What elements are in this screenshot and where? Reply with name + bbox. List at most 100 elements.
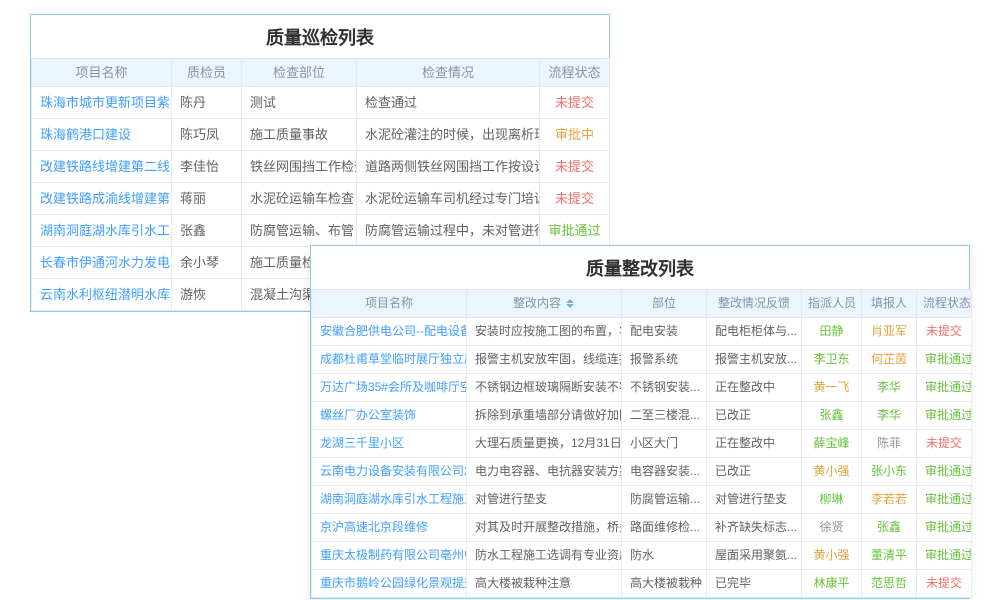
cell-project[interactable]: 万达广场35#会所及咖啡厅空... [312, 374, 467, 402]
cell-text: 水泥砼运输车司机经过专门培训... [365, 191, 540, 206]
cell-text: 报警主机安放牢固，线缆连接... [475, 352, 622, 366]
cell-text: 不锈钢边框玻璃隔断安装不牢... [475, 380, 622, 394]
cell-text: 肖亚军 [871, 324, 907, 338]
sort-desc-caret-icon[interactable] [566, 304, 574, 312]
cell-project[interactable]: 珠海市城市更新项目紫... [32, 87, 172, 119]
project-link[interactable]: 螺丝厂办公室装饰 [320, 408, 416, 422]
cell-project[interactable]: 珠海鹤港口建设 [32, 119, 172, 151]
status-text: 审批通过 [925, 520, 972, 534]
column-header-label: 填报人 [871, 296, 907, 310]
cell-project[interactable]: 重庆市鹅岭公园绿化景观提升... [312, 570, 467, 598]
table-row: 改建铁路成渝线增建第... 蒋丽 水泥砼运输车检查水泥砼运输车司机经过专门培训...… [32, 183, 610, 215]
cell-project[interactable]: 螺丝厂办公室装饰 [312, 402, 467, 430]
cell-content: 对其及时开展整改措施，桥头... [467, 514, 622, 542]
cell-project[interactable]: 重庆太极制药有限公司亳州中... [312, 542, 467, 570]
cell-content: 安装时应按施工图的布置，将... [467, 318, 622, 346]
status-text: 未提交 [555, 159, 594, 174]
project-link[interactable]: 成都杜甫草堂临时展厅独立展... [320, 352, 467, 366]
cell-project[interactable]: 云南水利枢纽潜明水库... [32, 279, 172, 311]
cell-assignee: 黄一飞 [802, 374, 862, 402]
cell-text: 防腐管运输过程中，未对管进行... [365, 223, 540, 238]
project-link[interactable]: 珠海鹤港口建设 [40, 127, 131, 142]
cell-project[interactable]: 湖南洞庭湖水库引水工... [32, 215, 172, 247]
status-text: 审批通过 [925, 380, 972, 394]
project-link[interactable]: 龙湖三千里小区 [320, 436, 404, 450]
cell-status: 未提交 [540, 151, 610, 183]
status-text: 审批中 [555, 127, 594, 142]
cell-project[interactable]: 云南电力设备安装有限公司20... [312, 458, 467, 486]
cell-text: 黄小强 [813, 464, 849, 478]
cell-text: 张小东 [871, 464, 907, 478]
cell-text: 对其及时开展整改措施，桥头... [475, 520, 622, 534]
project-link[interactable]: 云南电力设备安装有限公司20... [320, 464, 467, 478]
cell-project[interactable]: 成都杜甫草堂临时展厅独立展... [312, 346, 467, 374]
cell-location: 水泥砼运输车检查 [242, 183, 357, 215]
project-link[interactable]: 长春市伊通河水力发电... [40, 255, 172, 270]
cell-content: 对管进行垫支 [467, 486, 622, 514]
cell-text: 高大楼被栽种 [630, 576, 702, 590]
cell-reporter: 何芷茵 [862, 346, 917, 374]
cell-text: 蒋丽 [180, 191, 206, 206]
cell-project[interactable]: 安徽合肥供电公司--配电设备... [312, 318, 467, 346]
cell-project[interactable]: 湖南洞庭湖水库引水工程施工... [312, 486, 467, 514]
cell-text: 不锈钢安装... [630, 380, 700, 394]
project-link[interactable]: 重庆市鹅岭公园绿化景观提升... [320, 576, 467, 590]
cell-text: 薛宝峰 [813, 436, 849, 450]
cell-part: 配电安装 [622, 318, 707, 346]
cell-location: 防腐管运输、布管 [242, 215, 357, 247]
cell-assignee: 林康平 [802, 570, 862, 598]
cell-text: 防腐管运输... [630, 492, 700, 506]
cell-feedback: 对管进行垫支 [707, 486, 802, 514]
cell-reporter: 张小东 [862, 458, 917, 486]
cell-project[interactable]: 京沪高速北京段维修 [312, 514, 467, 542]
cell-reporter: 李华 [862, 402, 917, 430]
cell-project[interactable]: 龙湖三千里小区 [312, 430, 467, 458]
project-link[interactable]: 云南水利枢纽潜明水库... [40, 287, 172, 302]
cell-project[interactable]: 改建铁路线增建第二线... [32, 151, 172, 183]
cell-detail: 水泥砼灌注的时候，出现离析现象 [357, 119, 540, 151]
header-row: 项目名称整改内容部位整改情况反馈指派人员填报人流程状态 [312, 290, 972, 318]
cell-text: 拆除到承重墙部分请做好加固... [475, 408, 622, 422]
project-link[interactable]: 万达广场35#会所及咖啡厅空... [320, 380, 467, 394]
cell-text: 施工质量事故 [250, 127, 328, 142]
cell-content: 拆除到承重墙部分请做好加固... [467, 402, 622, 430]
cell-text: 小区大门 [630, 436, 678, 450]
column-header-content[interactable]: 整改内容 [467, 290, 622, 318]
cell-inspector: 余小琴 [172, 247, 242, 279]
project-link[interactable]: 改建铁路成渝线增建第... [40, 191, 172, 206]
status-text: 未提交 [926, 576, 962, 590]
cell-status: 未提交 [540, 183, 610, 215]
status-text: 审批通过 [925, 352, 972, 366]
cell-text: 张鑫 [180, 223, 206, 238]
cell-text: 测试 [250, 95, 276, 110]
table-row: 湖南洞庭湖水库引水工... 张鑫 防腐管运输、布管防腐管运输过程中，未对管进行...… [32, 215, 610, 247]
column-header-status: 流程状态 [540, 59, 610, 87]
cell-text: 李卫东 [813, 352, 849, 366]
cell-status: 审批通过 [540, 215, 610, 247]
cell-text: 对管进行垫支 [475, 492, 547, 506]
column-header-project: 项目名称 [32, 59, 172, 87]
table-row: 京沪高速北京段维修对其及时开展整改措施，桥头...路面维修检...补齐缺失标志.… [312, 514, 972, 542]
table-row: 湖南洞庭湖水库引水工程施工...对管进行垫支防腐管运输...对管进行垫支柳琳李若… [312, 486, 972, 514]
table-row: 成都杜甫草堂临时展厅独立展... 报警主机安放牢固，线缆连接...报警系统报警主机… [312, 346, 972, 374]
project-link[interactable]: 京沪高速北京段维修 [320, 520, 428, 534]
project-link[interactable]: 安徽合肥供电公司--配电设备... [320, 324, 467, 338]
project-link[interactable]: 湖南洞庭湖水库引水工程施工... [320, 492, 467, 506]
project-link[interactable]: 珠海市城市更新项目紫... [40, 95, 172, 110]
cell-project[interactable]: 改建铁路成渝线增建第... [32, 183, 172, 215]
cell-project[interactable]: 长春市伊通河水力发电... [32, 247, 172, 279]
cell-status: 未提交 [917, 570, 972, 598]
project-link[interactable]: 湖南洞庭湖水库引水工... [40, 223, 172, 238]
sort-asc-caret-icon[interactable] [566, 295, 574, 303]
cell-feedback: 报警主机安放... [707, 346, 802, 374]
cell-text: 游恢 [180, 287, 206, 302]
project-link[interactable]: 重庆太极制药有限公司亳州中... [320, 548, 467, 562]
cell-text: 已改正 [715, 408, 751, 422]
cell-status: 未提交 [917, 430, 972, 458]
cell-text: 铁丝网围挡工作检查 [250, 159, 357, 174]
cell-part: 报警系统 [622, 346, 707, 374]
cell-detail: 水泥砼运输车司机经过专门培训... [357, 183, 540, 215]
cell-text: 报警主机安放... [715, 352, 797, 366]
project-link[interactable]: 改建铁路线增建第二线... [40, 159, 172, 174]
sort-icon[interactable] [565, 297, 575, 311]
